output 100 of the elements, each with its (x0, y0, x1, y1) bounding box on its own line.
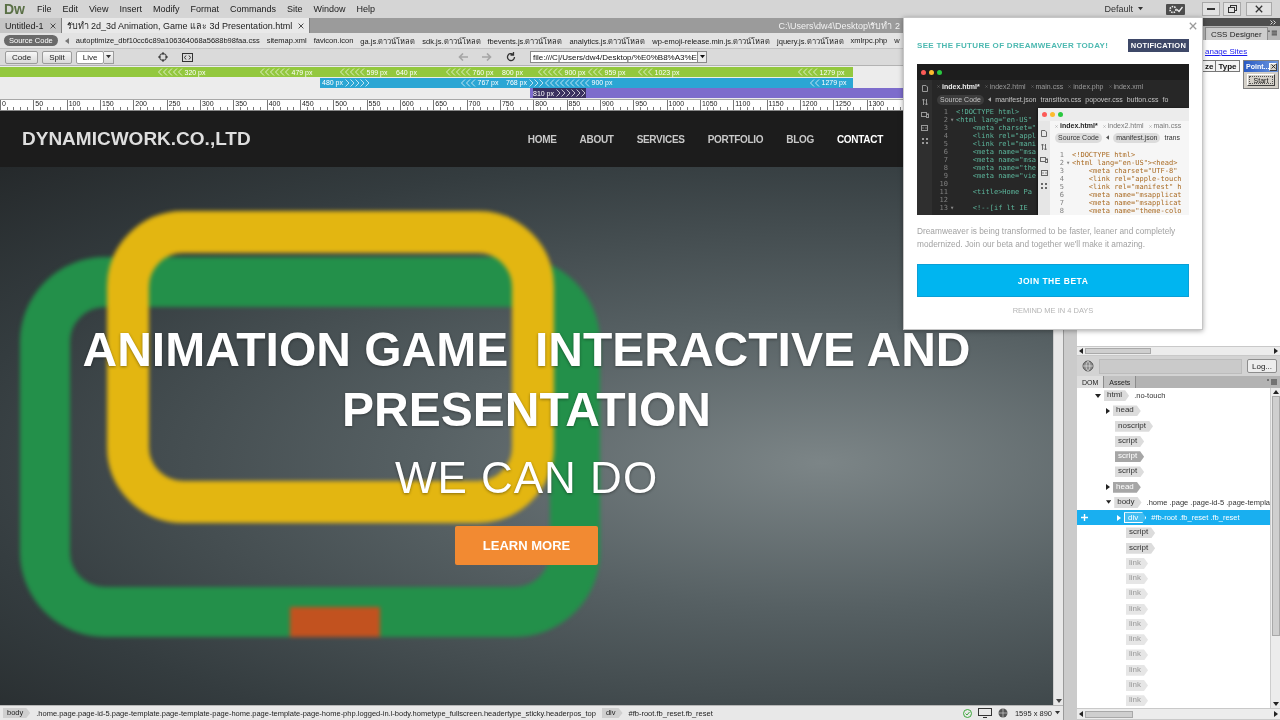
close-button[interactable] (1246, 2, 1272, 16)
double-chevron-icon[interactable] (1270, 19, 1276, 25)
nav-link[interactable]: ABOUT (579, 133, 614, 145)
column-header: Type (1216, 60, 1240, 72)
refresh-icon[interactable] (506, 52, 516, 62)
caret-icon (1105, 135, 1110, 140)
nav-link[interactable]: BLOG (786, 133, 814, 145)
column-header: ze (1203, 60, 1217, 72)
view-button[interactable]: Live (75, 50, 105, 64)
nav-link[interactable]: CONTACT (836, 133, 883, 145)
scrollbar-thumb[interactable] (1085, 348, 1151, 354)
dom-tree-row[interactable]: script (1077, 540, 1270, 556)
close-icon (298, 22, 305, 29)
workspace-dropdown[interactable]: Default (1101, 2, 1146, 16)
element-tag[interactable]: script (1115, 466, 1145, 478)
menu-item[interactable]: Edit (62, 4, 79, 14)
view-dropdown-button[interactable] (104, 50, 115, 64)
monitor-icon[interactable] (977, 708, 992, 718)
caret-icon (106, 55, 112, 59)
chevrons-left-icon (340, 68, 365, 76)
menu-item[interactable]: File (37, 4, 52, 14)
code-icon (1040, 170, 1048, 176)
inspect-icon[interactable] (182, 52, 194, 62)
dialog-heading: SEE THE FUTURE OF DREAMWEAVER TODAY! (917, 41, 1109, 50)
chevrons-right-icon (556, 89, 586, 97)
menu-item[interactable]: Window (313, 4, 346, 14)
panel-menu-icon[interactable] (1267, 379, 1277, 385)
code-icon (921, 125, 928, 131)
log-button[interactable]: Log... (1247, 359, 1277, 373)
caret-icon (64, 37, 69, 44)
view-button[interactable]: Code (5, 50, 39, 64)
target-icon[interactable] (158, 52, 169, 62)
menu-item[interactable]: Commands (229, 4, 276, 14)
chevrons-left-icon (810, 78, 820, 87)
scroll-right-icon (1274, 348, 1278, 354)
close-icon (49, 22, 56, 29)
chevrons-left-icon (461, 78, 476, 87)
element-tag[interactable]: script (1126, 542, 1156, 554)
restore-button[interactable] (1223, 2, 1241, 16)
chevrons-left-icon (545, 78, 590, 87)
element-tag[interactable]: html (1104, 390, 1130, 402)
caret-icon (1055, 711, 1060, 715)
horizontal-scrollbar[interactable] (1077, 708, 1280, 720)
scroll-left-icon (1079, 348, 1083, 354)
app-logo: Dw (4, 0, 25, 18)
gear-icon[interactable] (1166, 3, 1185, 15)
site-logo: DYNAMICWORK.CO.,LTD (22, 128, 251, 150)
document-tab[interactable]: Untitled-1 (0, 18, 62, 33)
minimize-icon (1207, 8, 1215, 10)
address-dropdown-button[interactable] (698, 51, 707, 63)
panel-tab[interactable]: CSS Designer (1205, 27, 1268, 40)
grid-icon (921, 138, 928, 144)
file-path: C:\Users\dw4\Desktop\รับทำ 2 (778, 19, 900, 33)
address-field[interactable]: file:///C|/Users/dw4/Desktop/%E0%B8%A3%E (530, 51, 698, 63)
document-tab[interactable]: รับทำ 2d_3d Animation, Game และ 3d Presentation.html (61, 18, 311, 33)
nav-link[interactable]: SERVICES (636, 133, 685, 145)
globe-icon[interactable] (1082, 360, 1094, 372)
view-button[interactable]: Split (42, 50, 72, 64)
plus-icon[interactable] (1081, 514, 1088, 521)
scrollbar-thumb[interactable] (1271, 396, 1280, 636)
element-tag[interactable]: noscript (1115, 420, 1153, 432)
sort-icon (921, 99, 928, 105)
dom-tree-row[interactable]: head (1077, 403, 1270, 419)
vertical-scrollbar[interactable] (1270, 388, 1280, 708)
file-icon (921, 85, 928, 92)
dom-tree-row[interactable]: script (1077, 433, 1270, 449)
dom-tree-row[interactable]: script (1077, 525, 1270, 541)
menu-item[interactable]: Format (190, 4, 219, 14)
dom-tree-row[interactable]: script (1077, 464, 1270, 480)
nav-link[interactable]: HOME (527, 133, 557, 145)
caret-icon (699, 55, 705, 59)
dialog-description: Dreamweaver is being transformed to be faster, leaner and completely modernized. Join our beta and together we'll make it amazing. (917, 225, 1177, 251)
menu-item[interactable]: Modify (152, 4, 180, 14)
scroll-right-icon (1274, 711, 1278, 717)
minimize-button[interactable] (1202, 2, 1220, 16)
close-icon (1189, 22, 1197, 30)
close-icon (1270, 64, 1276, 69)
check-circle-icon (962, 708, 972, 718)
menu-item[interactable]: Help (356, 4, 375, 14)
chevrons-right-icon (345, 78, 370, 87)
chevrons-left-icon (538, 68, 563, 76)
devices-icon (920, 112, 929, 118)
grid-icon (1041, 183, 1047, 189)
manage-sites-link[interactable]: anage Sites (1205, 47, 1248, 56)
horizontal-scrollbar[interactable] (1077, 346, 1280, 356)
element-tag[interactable]: script (1126, 527, 1156, 539)
element-tag[interactable]: head (1113, 405, 1141, 417)
element-tag[interactable]: body (1114, 496, 1142, 508)
chevrons-left-icon (798, 68, 818, 76)
file-icon (1041, 130, 1047, 137)
menu-item[interactable]: Site (286, 4, 303, 14)
nav-link[interactable]: PORTFOLIO (707, 133, 764, 145)
caret-icon (1138, 7, 1143, 11)
dom-tree-row[interactable]: noscript (1077, 418, 1270, 434)
element-tag[interactable]: script (1115, 435, 1145, 447)
menu-item[interactable]: View (89, 4, 109, 14)
chevrons-left-icon (446, 68, 471, 76)
panel-menu-icon[interactable] (1267, 30, 1277, 36)
menu-item[interactable]: Insert (119, 4, 142, 14)
scrollbar-thumb[interactable] (1085, 710, 1133, 718)
